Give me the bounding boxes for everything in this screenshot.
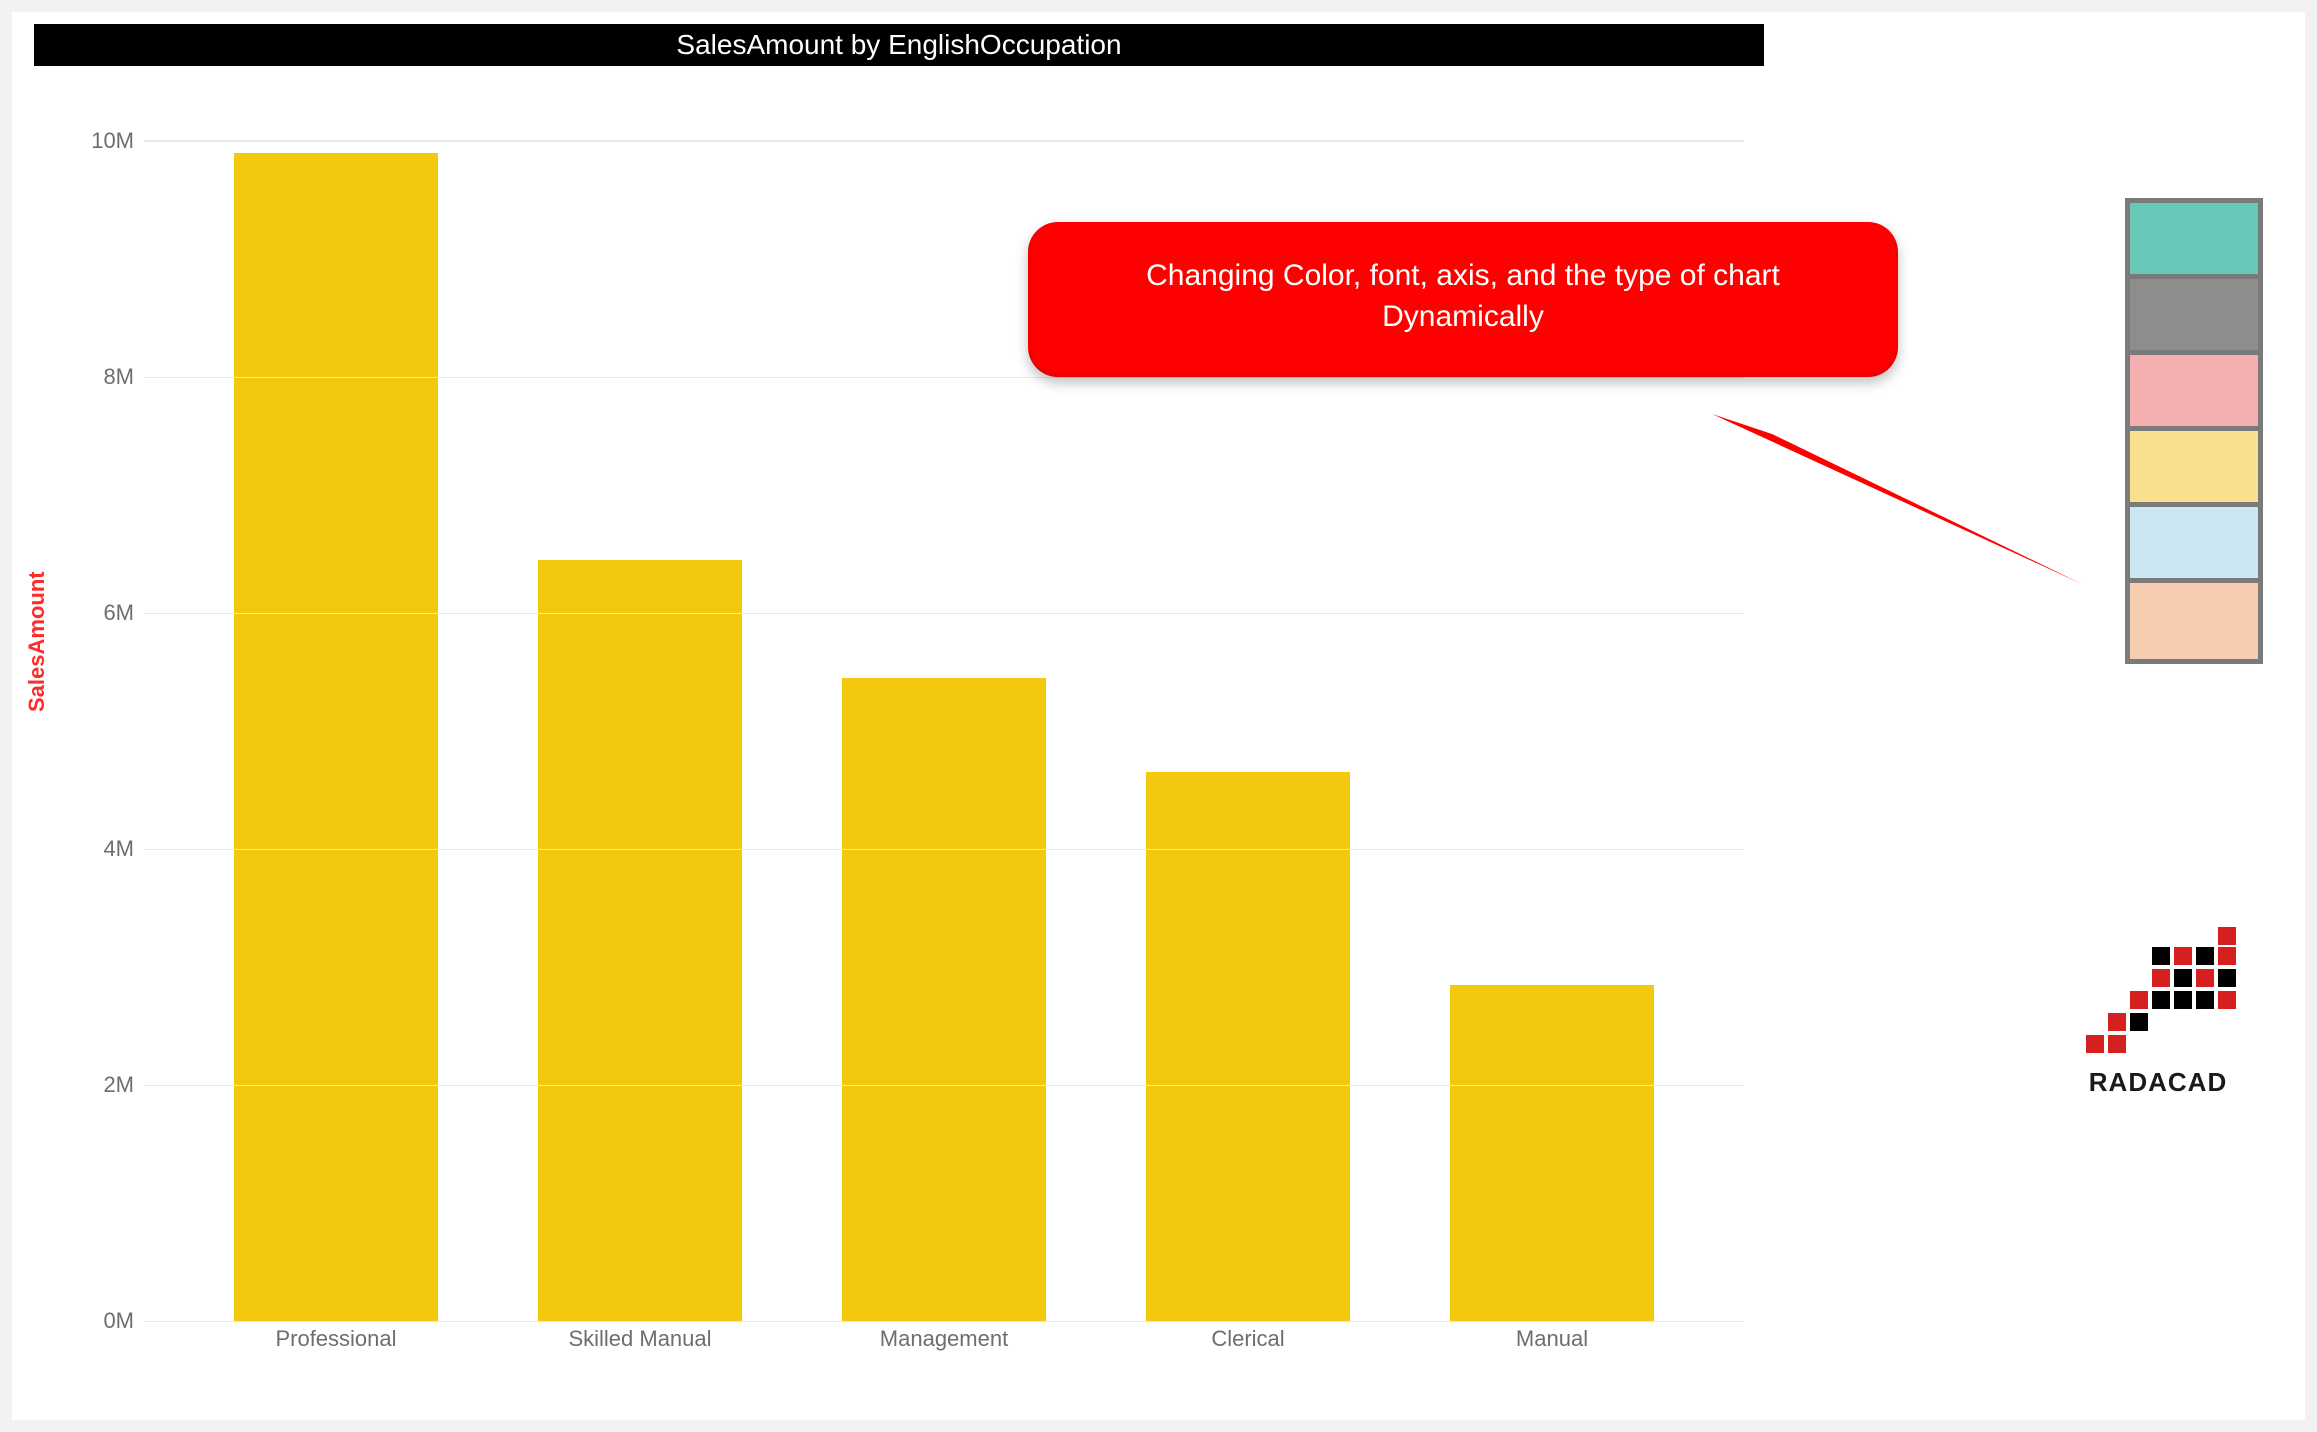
x-tick-label: Manual xyxy=(1428,1326,1676,1352)
bar-slot xyxy=(1124,772,1372,1321)
gridline xyxy=(144,1321,1744,1322)
gridline xyxy=(144,1085,1744,1086)
radacad-logo: RADACAD xyxy=(2053,927,2263,1098)
y-tick-label: 2M xyxy=(82,1072,134,1098)
x-tick-label: Skilled Manual xyxy=(516,1326,764,1352)
color-swatch[interactable] xyxy=(2130,431,2258,507)
bar[interactable] xyxy=(842,678,1046,1321)
chart-title-bar: SalesAmount by EnglishOccupation xyxy=(34,24,1764,66)
bar[interactable] xyxy=(538,560,742,1321)
annotation-callout: Changing Color, font, axis, and the type… xyxy=(1028,222,1898,377)
y-axis-title: SalesAmount xyxy=(24,571,50,712)
gridline xyxy=(144,141,1744,142)
x-tick-label: Clerical xyxy=(1124,1326,1372,1352)
y-tick-label: 0M xyxy=(82,1308,134,1334)
color-palette[interactable] xyxy=(2125,198,2263,664)
bar[interactable] xyxy=(1450,985,1654,1321)
y-tick-label: 8M xyxy=(82,364,134,390)
color-swatch[interactable] xyxy=(2130,355,2258,431)
logo-text: RADACAD xyxy=(2053,1067,2263,1098)
callout-text-line1: Changing Color, font, axis, and the type… xyxy=(1064,256,1862,297)
y-tick-label: 6M xyxy=(82,600,134,626)
x-labels-row: Professional Skilled Manual Management Cler… xyxy=(144,1326,1744,1352)
bar-slot xyxy=(516,560,764,1321)
gridline xyxy=(144,613,1744,614)
bar-slot xyxy=(820,678,1068,1321)
gridline xyxy=(144,849,1744,850)
x-tick-label: Management xyxy=(820,1326,1068,1352)
color-swatch[interactable] xyxy=(2130,583,2258,659)
logo-icon xyxy=(2078,927,2238,1057)
y-tick-label: 10M xyxy=(82,128,134,154)
color-swatch[interactable] xyxy=(2130,279,2258,355)
bar[interactable] xyxy=(234,153,438,1321)
bar-slot xyxy=(212,153,460,1321)
color-swatch[interactable] xyxy=(2130,507,2258,583)
x-tick-label: Professional xyxy=(212,1326,460,1352)
bar-slot xyxy=(1428,985,1676,1321)
bar[interactable] xyxy=(1146,772,1350,1321)
gridline xyxy=(144,377,1744,378)
callout-text-line2: Dynamically xyxy=(1064,297,1862,338)
color-swatch[interactable] xyxy=(2130,203,2258,279)
y-tick-label: 4M xyxy=(82,836,134,862)
